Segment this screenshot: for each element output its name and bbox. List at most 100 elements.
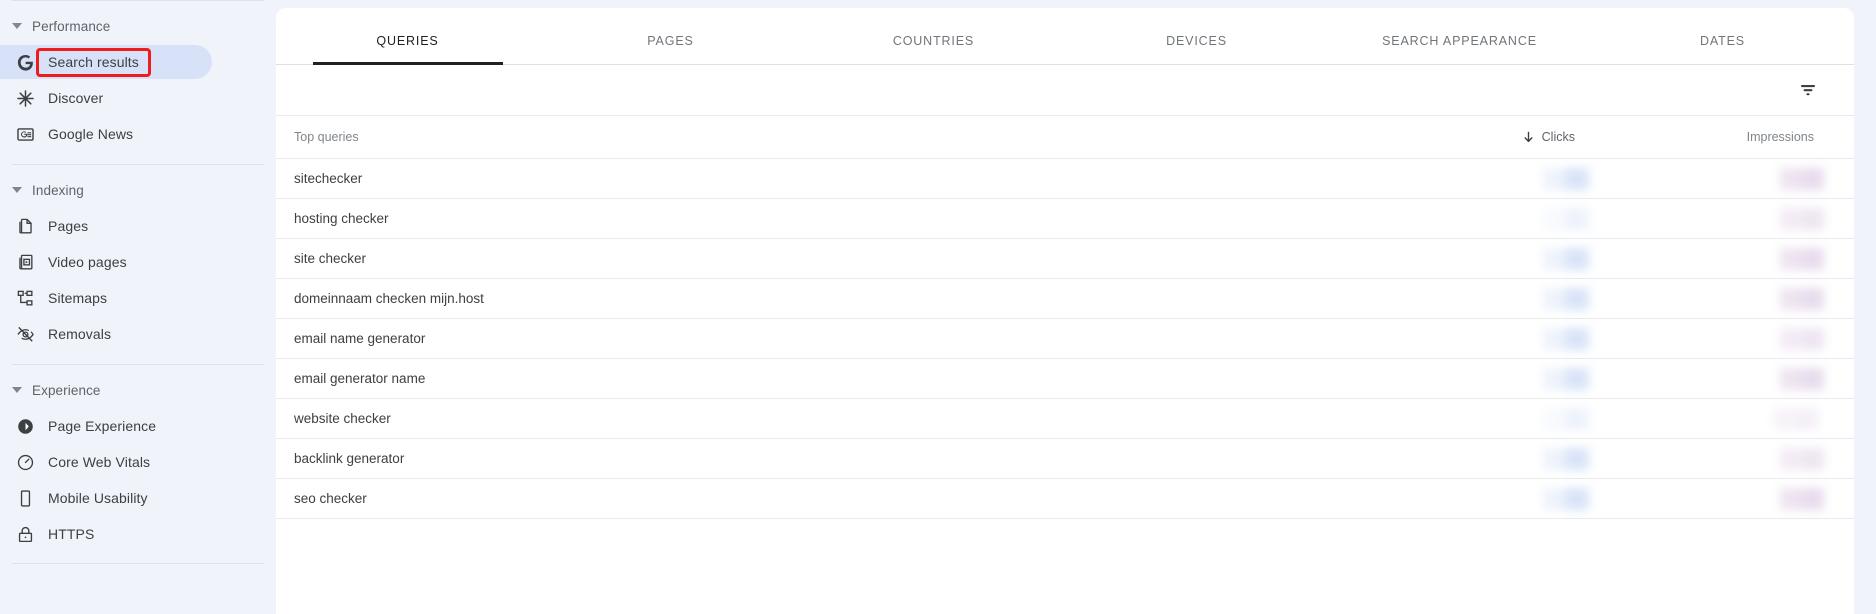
column-header-impressions[interactable]: Impressions <box>1669 130 1854 144</box>
redacted-value-block <box>1543 247 1589 270</box>
redacted-value-block <box>1780 167 1824 190</box>
performance-report-card: QUERIES PAGES COUNTRIES DEVICES SEARCH A… <box>276 8 1854 614</box>
table-row[interactable]: domeinnaam checken mijn.host <box>276 279 1854 319</box>
sidebar-group-experience-header[interactable]: Experience <box>0 373 276 407</box>
redacted-value-block <box>1543 447 1589 470</box>
sidebar-item-discover[interactable]: Discover <box>0 81 212 115</box>
sidebar-item-label: Video pages <box>48 254 127 270</box>
redacted-value-block <box>1780 487 1824 510</box>
sidebar-item-removals[interactable]: Removals <box>0 317 212 351</box>
cell-query[interactable]: domeinnaam checken mijn.host <box>276 291 1419 306</box>
cell-query[interactable]: website checker <box>276 411 1419 426</box>
redacted-value-block <box>1543 367 1589 390</box>
cell-query[interactable]: site checker <box>276 251 1419 266</box>
sidebar-item-label: Search results <box>36 47 151 77</box>
sidebar-item-mobile-usability[interactable]: Mobile Usability <box>0 481 212 515</box>
tab-devices[interactable]: DEVICES <box>1065 34 1328 64</box>
tab-queries[interactable]: QUERIES <box>276 34 539 64</box>
column-header-top-queries[interactable]: Top queries <box>276 130 1419 144</box>
chevron-down-icon <box>8 17 26 35</box>
lock-icon <box>14 523 36 545</box>
sidebar-item-label: Pages <box>48 218 89 234</box>
table-row[interactable]: backlink generator <box>276 439 1854 479</box>
sidebar-divider-experience <box>12 364 264 365</box>
chevron-down-icon <box>8 181 26 199</box>
pages-copy-icon <box>14 215 36 237</box>
sidebar-item-label: Page Experience <box>48 418 157 434</box>
sidebar-item-core-web-vitals[interactable]: Core Web Vitals <box>0 445 212 479</box>
video-pages-icon <box>14 251 36 273</box>
top-queries-table: Top queries Clicks Impressions sitecheck… <box>276 116 1854 519</box>
redacted-value-block <box>1780 367 1824 390</box>
sidebar-group-performance-header[interactable]: Performance <box>0 9 276 43</box>
sidebar-item-video-pages[interactable]: Video pages <box>0 245 212 279</box>
tab-pages[interactable]: PAGES <box>539 34 802 64</box>
search-console-performance-page: Performance Search results Discover Goog… <box>0 0 1876 614</box>
filter-list-icon[interactable] <box>1794 76 1822 104</box>
column-header-clicks[interactable]: Clicks <box>1419 130 1669 144</box>
cell-query[interactable]: seo checker <box>276 491 1419 506</box>
sidebar-item-label: Core Web Vitals <box>48 454 151 470</box>
sidebar-item-label: Discover <box>48 90 104 106</box>
cell-query[interactable]: email generator name <box>276 371 1419 386</box>
google-news-icon <box>14 123 36 145</box>
redacted-value-block <box>1543 287 1589 310</box>
tab-dates[interactable]: DATES <box>1591 34 1854 64</box>
sidebar-item-label: Mobile Usability <box>48 490 148 506</box>
sidebar-group-label: Performance <box>32 18 111 34</box>
table-row[interactable]: sitechecker <box>276 159 1854 199</box>
column-header-clicks-label: Clicks <box>1541 130 1575 144</box>
table-row[interactable]: email generator name <box>276 359 1854 399</box>
cell-query[interactable]: email name generator <box>276 331 1419 346</box>
table-row[interactable]: email name generator <box>276 319 1854 359</box>
sidebar-item-page-experience[interactable]: Page Experience <box>0 409 212 443</box>
sidebar-item-label: Removals <box>48 326 112 342</box>
sidebar-group-indexing-header[interactable]: Indexing <box>0 173 276 207</box>
table-header-row: Top queries Clicks Impressions <box>276 116 1854 159</box>
sidebar-item-label: HTTPS <box>48 526 95 542</box>
sidebar-group-label: Experience <box>32 382 101 398</box>
sidebar-group-label: Indexing <box>32 182 84 198</box>
table-row[interactable]: website checker <box>276 399 1854 439</box>
redacted-value-block <box>1780 247 1824 270</box>
sidebar-item-google-news[interactable]: Google News <box>0 117 212 151</box>
tab-search-appearance[interactable]: SEARCH APPEARANCE <box>1328 34 1591 64</box>
sitemaps-icon <box>14 287 36 309</box>
redacted-value-block <box>1543 407 1589 430</box>
column-header-impressions-label: Impressions <box>1746 130 1814 144</box>
redacted-value-block <box>1780 287 1824 310</box>
sidebar-item-pages[interactable]: Pages <box>0 209 212 243</box>
redacted-value-block <box>1780 207 1824 230</box>
redacted-value-block <box>1774 407 1818 430</box>
sidebar-item-label: Sitemaps <box>48 290 108 306</box>
sidebar-divider-bottom <box>12 563 264 564</box>
redacted-value-block <box>1543 167 1589 190</box>
sidebar-item-sitemaps[interactable]: Sitemaps <box>0 281 212 315</box>
cell-query[interactable]: hosting checker <box>276 211 1419 226</box>
redacted-value-block <box>1543 207 1589 230</box>
table-row[interactable]: hosting checker <box>276 199 1854 239</box>
table-row[interactable]: seo checker <box>276 479 1854 519</box>
sidebar-divider-top <box>12 0 264 1</box>
redacted-value-block <box>1543 487 1589 510</box>
eye-off-icon <box>14 323 36 345</box>
sidebar-item-search-results[interactable]: Search results <box>0 45 212 79</box>
discover-asterisk-icon <box>14 87 36 109</box>
page-experience-icon <box>14 415 36 437</box>
table-filter-bar <box>276 65 1854 116</box>
sidebar-divider-indexing <box>12 164 264 165</box>
sidebar-item-label: Google News <box>48 126 134 142</box>
redacted-value-block <box>1543 327 1589 350</box>
mobile-phone-icon <box>14 487 36 509</box>
main-content-area: QUERIES PAGES COUNTRIES DEVICES SEARCH A… <box>276 0 1876 614</box>
left-navigation-sidebar: Performance Search results Discover Goog… <box>0 0 276 614</box>
tab-countries[interactable]: COUNTRIES <box>802 34 1065 64</box>
redacted-value-block <box>1780 327 1824 350</box>
cell-query[interactable]: sitechecker <box>276 171 1419 186</box>
report-tab-strip: QUERIES PAGES COUNTRIES DEVICES SEARCH A… <box>276 8 1854 65</box>
cell-query[interactable]: backlink generator <box>276 451 1419 466</box>
speedometer-icon <box>14 451 36 473</box>
table-row[interactable]: site checker <box>276 239 1854 279</box>
arrow-down-icon <box>1522 131 1535 144</box>
sidebar-item-https[interactable]: HTTPS <box>0 517 212 551</box>
